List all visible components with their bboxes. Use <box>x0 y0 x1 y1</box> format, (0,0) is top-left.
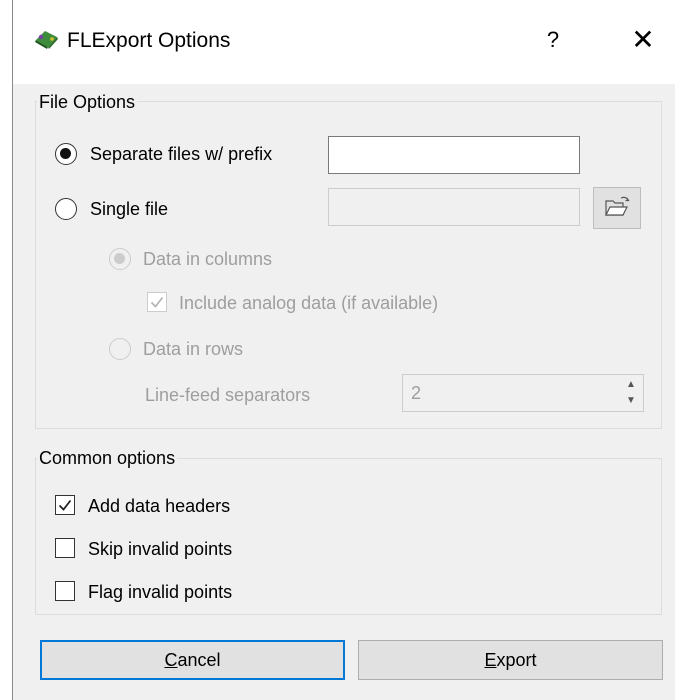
single-file-path-input[interactable] <box>328 188 580 226</box>
skip-invalid-checkbox[interactable] <box>55 538 75 558</box>
checkmark-icon <box>58 499 72 511</box>
include-analog-label: Include analog data (if available) <box>179 293 439 313</box>
help-button[interactable]: ? <box>533 22 573 58</box>
separate-files-label[interactable]: Separate files w/ prefix <box>90 143 272 165</box>
include-analog-checkbox[interactable] <box>147 292 167 312</box>
export-mnemonic: E <box>484 650 497 670</box>
data-in-rows-label: Data in rows <box>143 339 244 359</box>
app-icon <box>33 28 59 50</box>
separate-files-radio[interactable] <box>55 143 77 165</box>
prefix-input[interactable] <box>328 136 580 174</box>
title-bar: FLExport Options ? ✕ <box>13 0 675 84</box>
single-file-label[interactable]: Single file <box>90 198 168 220</box>
add-headers-label[interactable]: Add data headers <box>88 495 230 517</box>
browse-button[interactable] <box>593 187 641 229</box>
spin-down-icon[interactable]: ▼ <box>621 393 641 409</box>
flag-invalid-checkbox[interactable] <box>55 581 75 601</box>
checkmark-icon <box>150 296 164 308</box>
export-label-rest: xport <box>496 650 537 670</box>
skip-invalid-label[interactable]: Skip invalid points <box>88 538 232 560</box>
open-folder-icon <box>605 196 630 216</box>
close-button[interactable]: ✕ <box>623 22 663 58</box>
line-feed-label: Line-feed separators <box>145 385 311 405</box>
export-options-dialog: FLExport Options ? ✕ File Options Separa… <box>12 0 675 700</box>
data-in-columns-radio[interactable] <box>109 248 131 270</box>
spin-up-icon[interactable]: ▲ <box>621 377 641 393</box>
export-button[interactable]: Export <box>358 640 663 680</box>
add-headers-checkbox[interactable] <box>55 495 75 515</box>
data-in-columns-label: Data in columns <box>143 249 273 269</box>
file-options-title: File Options <box>37 91 138 113</box>
cancel-mnemonic: C <box>164 650 178 670</box>
window-title: FLExport Options <box>67 29 231 52</box>
cancel-label-rest: ancel <box>177 650 221 670</box>
cancel-button[interactable]: Cancel <box>40 640 345 680</box>
common-options-title: Common options <box>37 447 178 469</box>
data-in-rows-radio[interactable] <box>109 338 131 360</box>
flag-invalid-label[interactable]: Flag invalid points <box>88 581 232 603</box>
single-file-radio[interactable] <box>55 198 77 220</box>
line-feed-value: 2 <box>411 383 422 403</box>
line-feed-spinbox[interactable]: 2 ▲ ▼ <box>402 374 644 412</box>
